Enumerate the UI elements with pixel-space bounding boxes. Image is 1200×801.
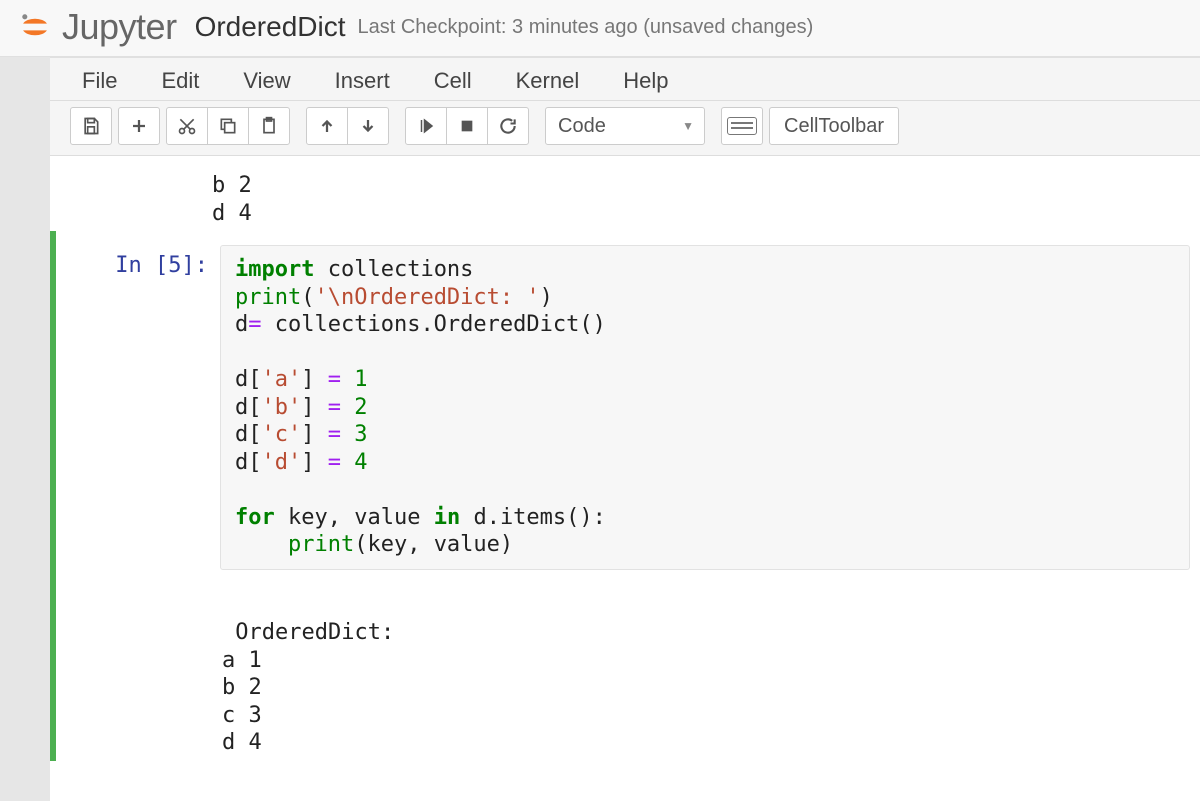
paste-icon — [259, 116, 279, 136]
copy-button[interactable] — [207, 107, 249, 145]
notebook-name[interactable]: OrderedDict — [195, 11, 346, 43]
insert-cell-button[interactable] — [118, 107, 160, 145]
toolbar: Code CellToolbar — [50, 101, 1200, 156]
paste-button[interactable] — [248, 107, 290, 145]
jupyter-logo[interactable]: Jupyter — [18, 6, 177, 48]
restart-button[interactable] — [487, 107, 529, 145]
menu-cell[interactable]: Cell — [432, 64, 474, 98]
stdout-prev: b 2 d 4 — [210, 164, 266, 231]
restart-icon — [498, 116, 518, 136]
menu-help[interactable]: Help — [621, 64, 670, 98]
menu-file[interactable]: File — [80, 64, 119, 98]
stdout: OrderedDict: a 1 b 2 c 3 d 4 — [220, 584, 421, 761]
plus-icon — [130, 117, 148, 135]
move-down-button[interactable] — [347, 107, 389, 145]
cell-type-value: Code — [558, 115, 606, 138]
menu-insert[interactable]: Insert — [333, 64, 392, 98]
menu-kernel[interactable]: Kernel — [514, 64, 582, 98]
checkpoint-status: Last Checkpoint: 3 minutes ago (unsaved … — [358, 16, 814, 39]
jupyter-icon — [18, 10, 52, 44]
save-icon — [81, 116, 101, 136]
arrow-up-icon — [318, 117, 336, 135]
previous-cell-output: b 2 d 4 — [50, 156, 1200, 231]
run-icon — [417, 117, 435, 135]
menu-view[interactable]: View — [241, 64, 292, 98]
copy-icon — [218, 116, 238, 136]
notebook-container: b 2 d 4 In [5]: import collections print… — [50, 156, 1200, 801]
arrow-down-icon — [359, 117, 377, 135]
menu-edit[interactable]: Edit — [159, 64, 201, 98]
output-area: OrderedDict: a 1 b 2 c 3 d 4 — [60, 584, 1190, 761]
run-button[interactable] — [405, 107, 447, 145]
interrupt-button[interactable] — [446, 107, 488, 145]
input-prompt: In [5]: — [60, 245, 220, 570]
keyboard-icon — [727, 117, 757, 135]
menubar: File Edit View Insert Cell Kernel Help — [50, 57, 1200, 101]
save-button[interactable] — [70, 107, 112, 145]
move-group — [306, 107, 389, 145]
stop-icon — [459, 118, 475, 134]
cell-toolbar-button[interactable]: CellToolbar — [769, 107, 899, 145]
command-palette-button[interactable] — [721, 107, 763, 145]
run-group — [405, 107, 529, 145]
input-area: In [5]: import collections print('\nOrde… — [60, 231, 1190, 584]
cell-type-select[interactable]: Code — [545, 107, 705, 145]
jupyter-wordmark: Jupyter — [62, 6, 177, 48]
code-cell-selected[interactable]: In [5]: import collections print('\nOrde… — [50, 231, 1200, 761]
cut-button[interactable] — [166, 107, 208, 145]
move-up-button[interactable] — [306, 107, 348, 145]
scissors-icon — [177, 116, 197, 136]
notebook-header: Jupyter OrderedDict Last Checkpoint: 3 m… — [0, 0, 1200, 57]
clipboard-group — [166, 107, 290, 145]
code-editor[interactable]: import collections print('\nOrderedDict:… — [220, 245, 1190, 570]
